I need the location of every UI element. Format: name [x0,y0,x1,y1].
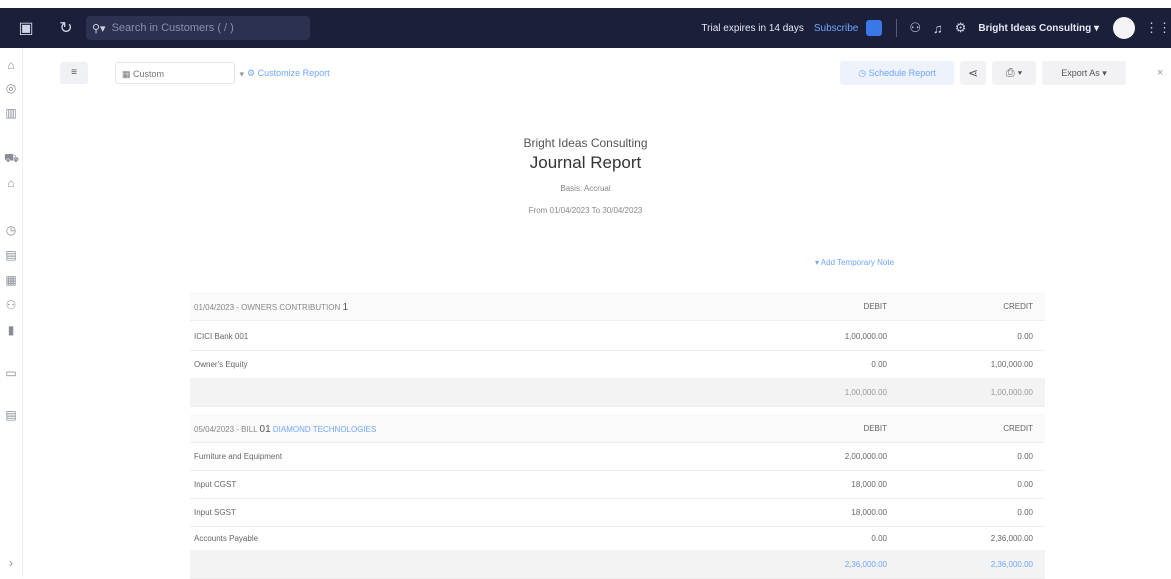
debit-header: DEBIT [863,424,887,433]
table-row: Furniture and Equipment 2,00,000.00 0.00 [190,442,1045,471]
app-grid-icon[interactable]: ⋮⋮ [1145,20,1171,36]
account-name: Input SGST [194,508,236,517]
total-row: 1,00,000.00 1,00,000.00 [190,378,1045,407]
apps-icon[interactable]: ▤ [4,408,18,422]
gear-icon[interactable]: ⚙ [955,20,967,36]
journal-header-row: 05/04/2023 - BILL 01 DIAMOND TECHNOLOGIE… [190,414,1045,443]
table-row: Accounts Payable 0.00 2,36,000.00 [190,524,1045,553]
credit-value: 0.00 [1017,452,1033,461]
time-icon[interactable]: ◷ [4,223,18,237]
org-switcher[interactable]: Bright Ideas Consulting ▾ [978,23,1099,34]
users-icon[interactable]: ⚇ [4,298,18,312]
credit-value: 0.00 [1017,480,1033,489]
customize-report-link[interactable]: ⚙ Customize Report [247,62,330,84]
debit-header: DEBIT [863,302,887,311]
credit-value: 2,36,000.00 [990,534,1033,543]
add-note-link[interactable]: ▾ Add Temporary Note [815,258,894,267]
table-row: Input CGST 18,000.00 0.00 [190,470,1045,499]
credit-value: 0.00 [1017,332,1033,341]
subscribe-link[interactable]: Subscribe [814,23,858,34]
reports-icon[interactable]: ▮ [4,323,18,337]
credit-header: CREDIT [1003,424,1033,433]
company-name: Bright Ideas Consulting [523,136,648,150]
account-name: Furniture and Equipment [194,452,283,461]
journal-header: 01/04/2023 - OWNERS CONTRIBUTION 1 [194,302,349,313]
account-name: Input CGST [194,480,237,489]
banking-icon[interactable]: ▥ [4,106,18,120]
credit-value: 0.00 [1017,508,1033,517]
search-icon: ⚲▾ [92,22,106,35]
share-button[interactable]: ⋖ [960,61,986,85]
print-button[interactable]: ⎙ ▾ [992,61,1036,85]
items-icon[interactable]: ◎ [4,81,18,95]
trial-text: Trial expires in 14 days [701,22,804,34]
account-name: ICICI Bank 001 [194,332,249,341]
debit-value: 1,00,000.00 [844,332,887,341]
search-input[interactable]: Search in Customers ( / ) [112,22,234,34]
people-icon[interactable]: ⚇ [909,20,921,36]
refresh-icon[interactable]: ↻ [56,18,76,38]
chevron-down-icon: ▾ [239,69,244,79]
folder-icon[interactable]: ▭ [4,366,18,380]
table-row: Owner's Equity 0.00 1,00,000.00 [190,350,1045,379]
report-toolbar: ≡ ▦ Custom ▾ ⚙ Customize Report ◷ Schedu… [22,56,1171,92]
top-bar: ▣ ↻ ⚲▾ Search in Customers ( / ) Trial e… [0,8,1171,48]
expand-icon[interactable]: › [4,556,18,570]
report-date-range: From 01/04/2023 To 30/04/2023 [528,206,643,215]
app-logo-icon[interactable]: ▣ [16,18,36,38]
filter-icon: ▾ [815,258,820,267]
export-button[interactable]: Export As ▾ [1042,61,1126,85]
debit-value: 18,000.00 [851,480,887,489]
period-select[interactable]: ▦ Custom ▾ [115,62,244,84]
schedule-report-button[interactable]: ◷ Schedule Report [840,61,954,85]
debit-value: 18,000.00 [851,508,887,517]
party-link[interactable]: DIAMOND TECHNOLOGIES [273,425,376,434]
menu-button[interactable]: ≡ [60,62,88,84]
table-row: Input SGST 18,000.00 0.00 [190,498,1045,527]
home-icon[interactable]: ⌂ [4,58,18,72]
clock-icon: ◷ [858,68,867,78]
debit-value: 0.00 [871,360,887,369]
notification-badge[interactable] [866,20,883,36]
search-bar[interactable]: ⚲▾ Search in Customers ( / ) [86,16,310,40]
total-debit: 2,36,000.00 [844,560,887,569]
accountant-icon[interactable]: ▦ [4,273,18,287]
account-name: Accounts Payable [194,534,259,543]
report-basis: Basis: Accrual [560,184,611,193]
debit-value: 2,00,000.00 [844,452,887,461]
credit-value: 1,00,000.00 [990,360,1033,369]
credit-header: CREDIT [1003,302,1033,311]
calendar-icon: ▦ [122,69,131,79]
total-debit: 1,00,000.00 [844,388,887,397]
debit-value: 0.00 [871,534,887,543]
journal-header-row: 01/04/2023 - OWNERS CONTRIBUTION 1 DEBIT… [190,292,1045,321]
report-title: Journal Report [529,153,642,172]
total-credit: 2,36,000.00 [990,560,1033,569]
avatar[interactable] [1113,17,1135,39]
close-icon[interactable]: × [1157,61,1163,85]
journal-header: 05/04/2023 - BILL 01 DIAMOND TECHNOLOGIE… [194,424,377,435]
total-credit: 1,00,000.00 [990,388,1033,397]
sidebar: ⌂ ◎ ▥ ⛟ ⌂ ◷ ▤ ▦ ⚇ ▮ ▭ ▤ › [0,48,23,577]
table-row: ICICI Bank 001 1,00,000.00 0.00 [190,322,1045,351]
account-name: Owner's Equity [194,360,248,369]
divider [896,19,898,37]
bell-icon[interactable]: ♫ [933,21,943,36]
total-row: 2,36,000.00 2,36,000.00 [190,550,1045,579]
documents-icon[interactable]: ▤ [4,248,18,262]
gear-icon: ⚙ [247,68,256,78]
